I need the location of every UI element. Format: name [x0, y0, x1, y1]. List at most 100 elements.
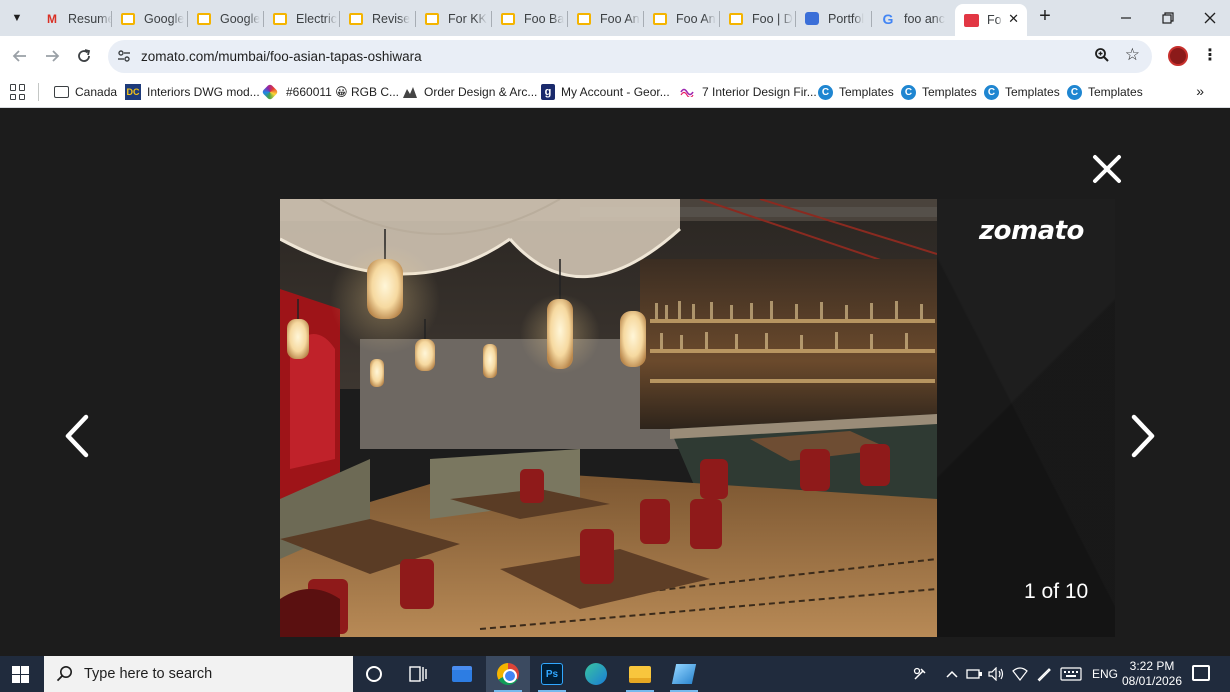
- tray-pen-icon[interactable]: [912, 656, 928, 692]
- portfolio-icon: [804, 11, 820, 27]
- tab-search-chevron-icon[interactable]: ▼: [6, 7, 28, 29]
- more-bookmarks-chevron-icon[interactable]: »: [1196, 83, 1204, 99]
- forward-arrow-icon: [46, 50, 60, 62]
- back-button[interactable]: [9, 45, 31, 67]
- bookmark-rgb-color[interactable]: #660011 😀 RGB C...: [261, 82, 399, 102]
- taskbar-cortana[interactable]: [352, 656, 396, 692]
- browser-menu-icon[interactable]: ⋮: [1202, 46, 1218, 66]
- tab-close-icon[interactable]: ✕: [1008, 11, 1019, 27]
- tab[interactable]: Foo An: [644, 5, 720, 32]
- taskbar-store[interactable]: [440, 656, 484, 692]
- taskbar-chrome[interactable]: [486, 656, 530, 692]
- tab[interactable]: Foo Ba: [492, 5, 568, 32]
- tab-title: For KK: [448, 11, 487, 26]
- address-bar[interactable]: zomato.com/mumbai/foo-asian-tapas-oshiwa…: [108, 40, 1152, 73]
- bookmark-templates-2[interactable]: C Templates: [901, 82, 977, 102]
- docs-icon: [576, 11, 592, 27]
- docs-icon: [500, 11, 516, 27]
- gmail-icon: M: [47, 11, 57, 26]
- tab[interactable]: Revise: [340, 5, 416, 32]
- dwg-icon: DC: [125, 84, 141, 100]
- docs-icon: [652, 11, 668, 27]
- taskbar-file-explorer[interactable]: [618, 656, 662, 692]
- browser-toolbar: zomato.com/mumbai/foo-asian-tapas-oshiwa…: [0, 36, 1230, 76]
- tab[interactable]: Google: [188, 5, 264, 32]
- window-close-button[interactable]: [1190, 6, 1230, 30]
- tab[interactable]: Foo | D: [720, 5, 796, 32]
- bookmark-label: Templates: [839, 85, 894, 99]
- bookmark-star-icon[interactable]: ☆: [1125, 45, 1140, 65]
- browser-tab-strip: ▼ M Resume Google Google Electric Revise For K…: [0, 0, 1230, 36]
- tab[interactable]: Google: [112, 5, 188, 32]
- clock-date: 08/01/2026: [1121, 674, 1183, 688]
- tab-title: Foo Ba: [524, 11, 565, 26]
- windows-taskbar: Type here to search Ps ENG 3:22 PM 08/01…: [0, 656, 1230, 692]
- bookmark-my-account[interactable]: g My Account - Geor...: [541, 82, 670, 102]
- tab[interactable]: Portfol: [796, 5, 872, 32]
- bookmark-order-design[interactable]: Order Design & Arc...: [402, 82, 537, 102]
- url-text[interactable]: zomato.com/mumbai/foo-asian-tapas-oshiwa…: [141, 49, 422, 64]
- zomato-logo: zomato: [979, 216, 1084, 246]
- lightbox-close-icon[interactable]: [1090, 152, 1124, 186]
- tab[interactable]: M Resume: [36, 5, 112, 32]
- tab-active[interactable]: Fo ✕: [955, 4, 1027, 36]
- app-icon: [671, 664, 697, 684]
- taskbar-task-view[interactable]: [396, 656, 440, 692]
- tab[interactable]: Foo An: [568, 5, 644, 32]
- tray-overflow-chevron-icon[interactable]: [946, 656, 958, 692]
- minimize-button[interactable]: [1106, 6, 1146, 30]
- restaurant-interior-image: [280, 199, 937, 637]
- taskbar-app[interactable]: [662, 656, 706, 692]
- tray-language[interactable]: ENG: [1092, 656, 1118, 692]
- cortana-icon: [366, 666, 382, 682]
- reload-icon: [78, 49, 91, 62]
- site-info-icon[interactable]: [116, 48, 132, 64]
- tray-keyboard-icon[interactable]: [1060, 656, 1082, 692]
- tab-title: Portfol: [828, 11, 865, 26]
- bookmark-canada[interactable]: Canada: [54, 82, 117, 102]
- forward-button[interactable]: [41, 45, 63, 67]
- new-tab-button[interactable]: +: [1034, 6, 1056, 28]
- bookmark-label: 7 Interior Design Fir...: [702, 85, 817, 99]
- tray-wifi-icon[interactable]: [1012, 656, 1028, 692]
- tab-title: Foo An: [676, 11, 716, 26]
- tray-battery-icon[interactable]: [966, 656, 984, 692]
- docs-icon: [348, 11, 364, 27]
- reload-button[interactable]: [73, 45, 95, 67]
- close-icon: [1204, 12, 1216, 24]
- bookmark-templates-3[interactable]: C Templates: [984, 82, 1060, 102]
- docs-icon: [120, 11, 136, 27]
- previous-photo-icon[interactable]: [62, 413, 92, 459]
- tab-title: foo anc: [904, 11, 946, 26]
- interior-design-icon: [680, 84, 696, 100]
- restore-icon: [1162, 12, 1174, 24]
- photo-lightbox: zomato 1 of 10: [0, 108, 1230, 656]
- tab[interactable]: Electric: [264, 5, 340, 32]
- notification-center-icon[interactable]: [1192, 665, 1210, 681]
- order-design-icon: [402, 84, 418, 100]
- next-photo-icon[interactable]: [1128, 413, 1158, 459]
- restore-button[interactable]: [1148, 6, 1188, 30]
- taskbar-edge[interactable]: [574, 656, 618, 692]
- canva-icon: C: [818, 84, 833, 100]
- profile-avatar[interactable]: [1168, 46, 1188, 66]
- bookmark-interior-design-firms[interactable]: 7 Interior Design Fir...: [680, 82, 817, 102]
- zoom-icon[interactable]: [1094, 47, 1110, 66]
- taskbar-search-box[interactable]: Type here to search: [44, 656, 353, 692]
- bookmark-label: Canada: [75, 85, 118, 99]
- windows-start-icon[interactable]: [12, 666, 29, 683]
- tab[interactable]: For KK: [416, 5, 492, 32]
- canva-icon: C: [984, 84, 999, 100]
- minimize-icon: [1121, 17, 1131, 19]
- tray-pen-ink-icon[interactable]: [1036, 656, 1052, 692]
- bookmark-interiors-dwg[interactable]: DC Interiors DWG mod...: [125, 82, 260, 102]
- taskbar-clock[interactable]: 3:22 PM 08/01/2026: [1116, 659, 1188, 689]
- apps-grid-icon[interactable]: [10, 84, 26, 100]
- tray-volume-icon[interactable]: [988, 656, 1006, 692]
- tab[interactable]: Gfoo anc: [872, 5, 954, 32]
- taskbar-photoshop[interactable]: Ps: [530, 656, 574, 692]
- restaurant-photo: [280, 199, 937, 637]
- bookmark-templates-4[interactable]: C Templates: [1067, 82, 1143, 102]
- bookmark-templates-1[interactable]: C Templates: [818, 82, 894, 102]
- tab-title: Fo: [987, 13, 1002, 27]
